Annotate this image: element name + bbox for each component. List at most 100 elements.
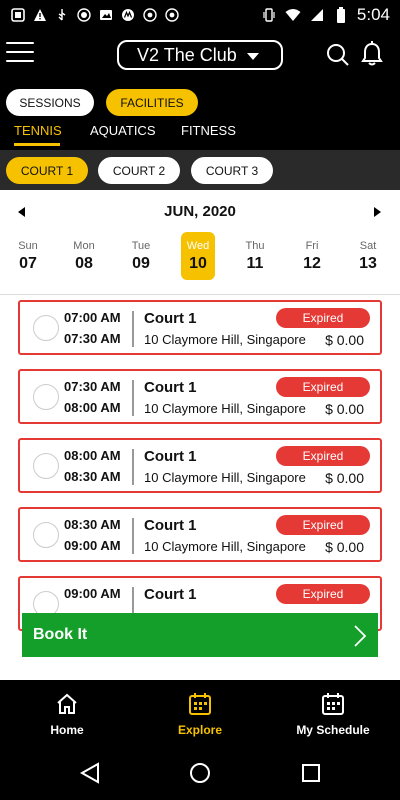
slot-radio[interactable]	[33, 384, 59, 410]
divider	[0, 294, 400, 295]
slot-court-name: Court 1	[144, 310, 197, 327]
slot-radio[interactable]	[33, 453, 59, 479]
home-circle-icon[interactable]	[188, 761, 212, 785]
day-number: 11	[246, 255, 264, 272]
record-icon	[76, 7, 92, 23]
slot-radio[interactable]	[33, 315, 59, 341]
book-it-button[interactable]: Book It	[22, 613, 378, 657]
slot-card[interactable]: 07:30 AM 08:00 AM Court 1 10 Claymore Hi…	[18, 369, 382, 424]
day-number: 08	[75, 255, 93, 272]
slot-price: $ 0.00	[325, 332, 364, 348]
day-number: 09	[132, 255, 150, 272]
chevron-down-icon	[247, 53, 259, 60]
slot-address: 10 Claymore Hill, Singapore	[144, 332, 306, 347]
slot-address: 10 Claymore Hill, Singapore	[144, 401, 306, 416]
status-badge: Expired	[276, 584, 370, 604]
sessions-tab[interactable]: SESSIONS	[6, 89, 94, 116]
warning-icon	[32, 7, 48, 23]
day-name: Sat	[359, 240, 377, 252]
book-it-label: Book It	[33, 626, 88, 643]
menu-icon[interactable]	[6, 42, 34, 64]
nav-my-schedule[interactable]: My Schedule	[283, 692, 383, 737]
day-sun[interactable]: Sun 07	[11, 232, 45, 280]
slot-price: $ 0.00	[325, 470, 364, 486]
system-icons: 5:04	[261, 5, 390, 25]
booking-panel: JUN, 2020 Sun 07 Mon 08 Tue 09 Wed 10 Th…	[0, 190, 400, 680]
day-name: Fri	[305, 240, 319, 252]
calendar-icon	[321, 693, 345, 720]
club-name: V2 The Club	[137, 44, 237, 65]
slot-court-name: Court 1	[144, 448, 197, 465]
slot-court-name: Court 1	[144, 379, 197, 396]
tab-fitness[interactable]: FITNESS	[181, 123, 236, 138]
slot-court-name: Court 1	[144, 586, 197, 603]
status-time: 5:04	[356, 5, 390, 24]
slot-divider	[132, 449, 134, 485]
day-number: 13	[359, 255, 377, 272]
search-icon[interactable]	[326, 43, 350, 67]
slot-end-time: 08:30 AM	[64, 469, 121, 484]
court-1-button[interactable]: COURT 1	[6, 157, 88, 184]
slot-court-name: Court 1	[144, 517, 197, 534]
back-icon[interactable]	[78, 761, 102, 785]
tab-aquatics[interactable]: AQUATICS	[90, 123, 156, 138]
slot-price: $ 0.00	[325, 401, 364, 417]
motorola-icon	[120, 7, 136, 23]
recents-icon[interactable]	[299, 761, 323, 785]
slot-end-time: 09:00 AM	[64, 538, 121, 553]
image-icon	[98, 7, 114, 23]
status-badge: Expired	[276, 446, 370, 466]
slot-divider	[132, 518, 134, 554]
day-name: Sun	[18, 240, 38, 252]
day-tue[interactable]: Tue 09	[124, 232, 158, 280]
calendar-grid-icon	[188, 693, 212, 720]
court-2-button[interactable]: COURT 2	[98, 157, 180, 184]
wifi-icon	[285, 7, 301, 23]
nav-my-schedule-label: My Schedule	[296, 723, 370, 737]
slot-end-time: 07:30 AM	[64, 331, 121, 346]
signal-icon	[309, 7, 325, 23]
slot-address: 10 Claymore Hill, Singapore	[144, 470, 306, 485]
day-sat[interactable]: Sat 13	[351, 232, 385, 280]
club-selector[interactable]: V2 The Club	[117, 40, 283, 70]
nav-explore-label: Explore	[177, 723, 222, 737]
slot-divider	[132, 380, 134, 416]
next-week-icon[interactable]	[374, 207, 381, 217]
day-number: 07	[19, 255, 37, 272]
slot-card[interactable]: 08:00 AM 08:30 AM Court 1 10 Claymore Hi…	[18, 438, 382, 493]
day-number: 12	[303, 255, 321, 272]
slot-radio[interactable]	[33, 522, 59, 548]
week-strip: Sun 07 Mon 08 Tue 09 Wed 10 Thu 11 Fri 1…	[0, 232, 400, 282]
day-name: Mon	[73, 240, 95, 252]
usb-icon	[54, 7, 70, 23]
home-icon	[55, 693, 79, 720]
month-label: JUN, 2020	[164, 203, 236, 220]
bell-icon[interactable]	[360, 41, 384, 67]
status-badge: Expired	[276, 308, 370, 328]
court-selector: COURT 1 COURT 2 COURT 3	[0, 150, 400, 190]
active-tab-indicator	[14, 143, 60, 146]
nav-home[interactable]: Home	[17, 692, 117, 737]
day-thu[interactable]: Thu 11	[238, 232, 272, 280]
screenshot-icon	[10, 7, 26, 23]
day-fri[interactable]: Fri 12	[295, 232, 329, 280]
slot-start-time: 07:00 AM	[64, 310, 121, 325]
slot-price: $ 0.00	[325, 539, 364, 555]
facilities-tab[interactable]: FACILITIES	[106, 89, 198, 116]
slot-start-time: 08:00 AM	[64, 448, 121, 463]
court-3-button[interactable]: COURT 3	[191, 157, 273, 184]
status-bar: 5:04	[0, 0, 400, 30]
slot-card[interactable]: 08:30 AM 09:00 AM Court 1 10 Claymore Hi…	[18, 507, 382, 562]
day-name: Wed	[186, 240, 210, 252]
slot-card[interactable]: 07:00 AM 07:30 AM Court 1 10 Claymore Hi…	[18, 300, 382, 355]
day-mon[interactable]: Mon 08	[67, 232, 101, 280]
tab-tennis[interactable]: TENNIS	[14, 123, 62, 138]
nav-explore[interactable]: Explore	[150, 692, 250, 737]
status-badge: Expired	[276, 377, 370, 397]
day-wed[interactable]: Wed 10	[181, 232, 215, 280]
previous-week-icon[interactable]	[18, 207, 25, 217]
chrome-icon	[142, 7, 158, 23]
slot-end-time: 08:00 AM	[64, 400, 121, 415]
chrome-icon-2	[164, 7, 180, 23]
app-header: V2 The Club	[0, 30, 400, 80]
